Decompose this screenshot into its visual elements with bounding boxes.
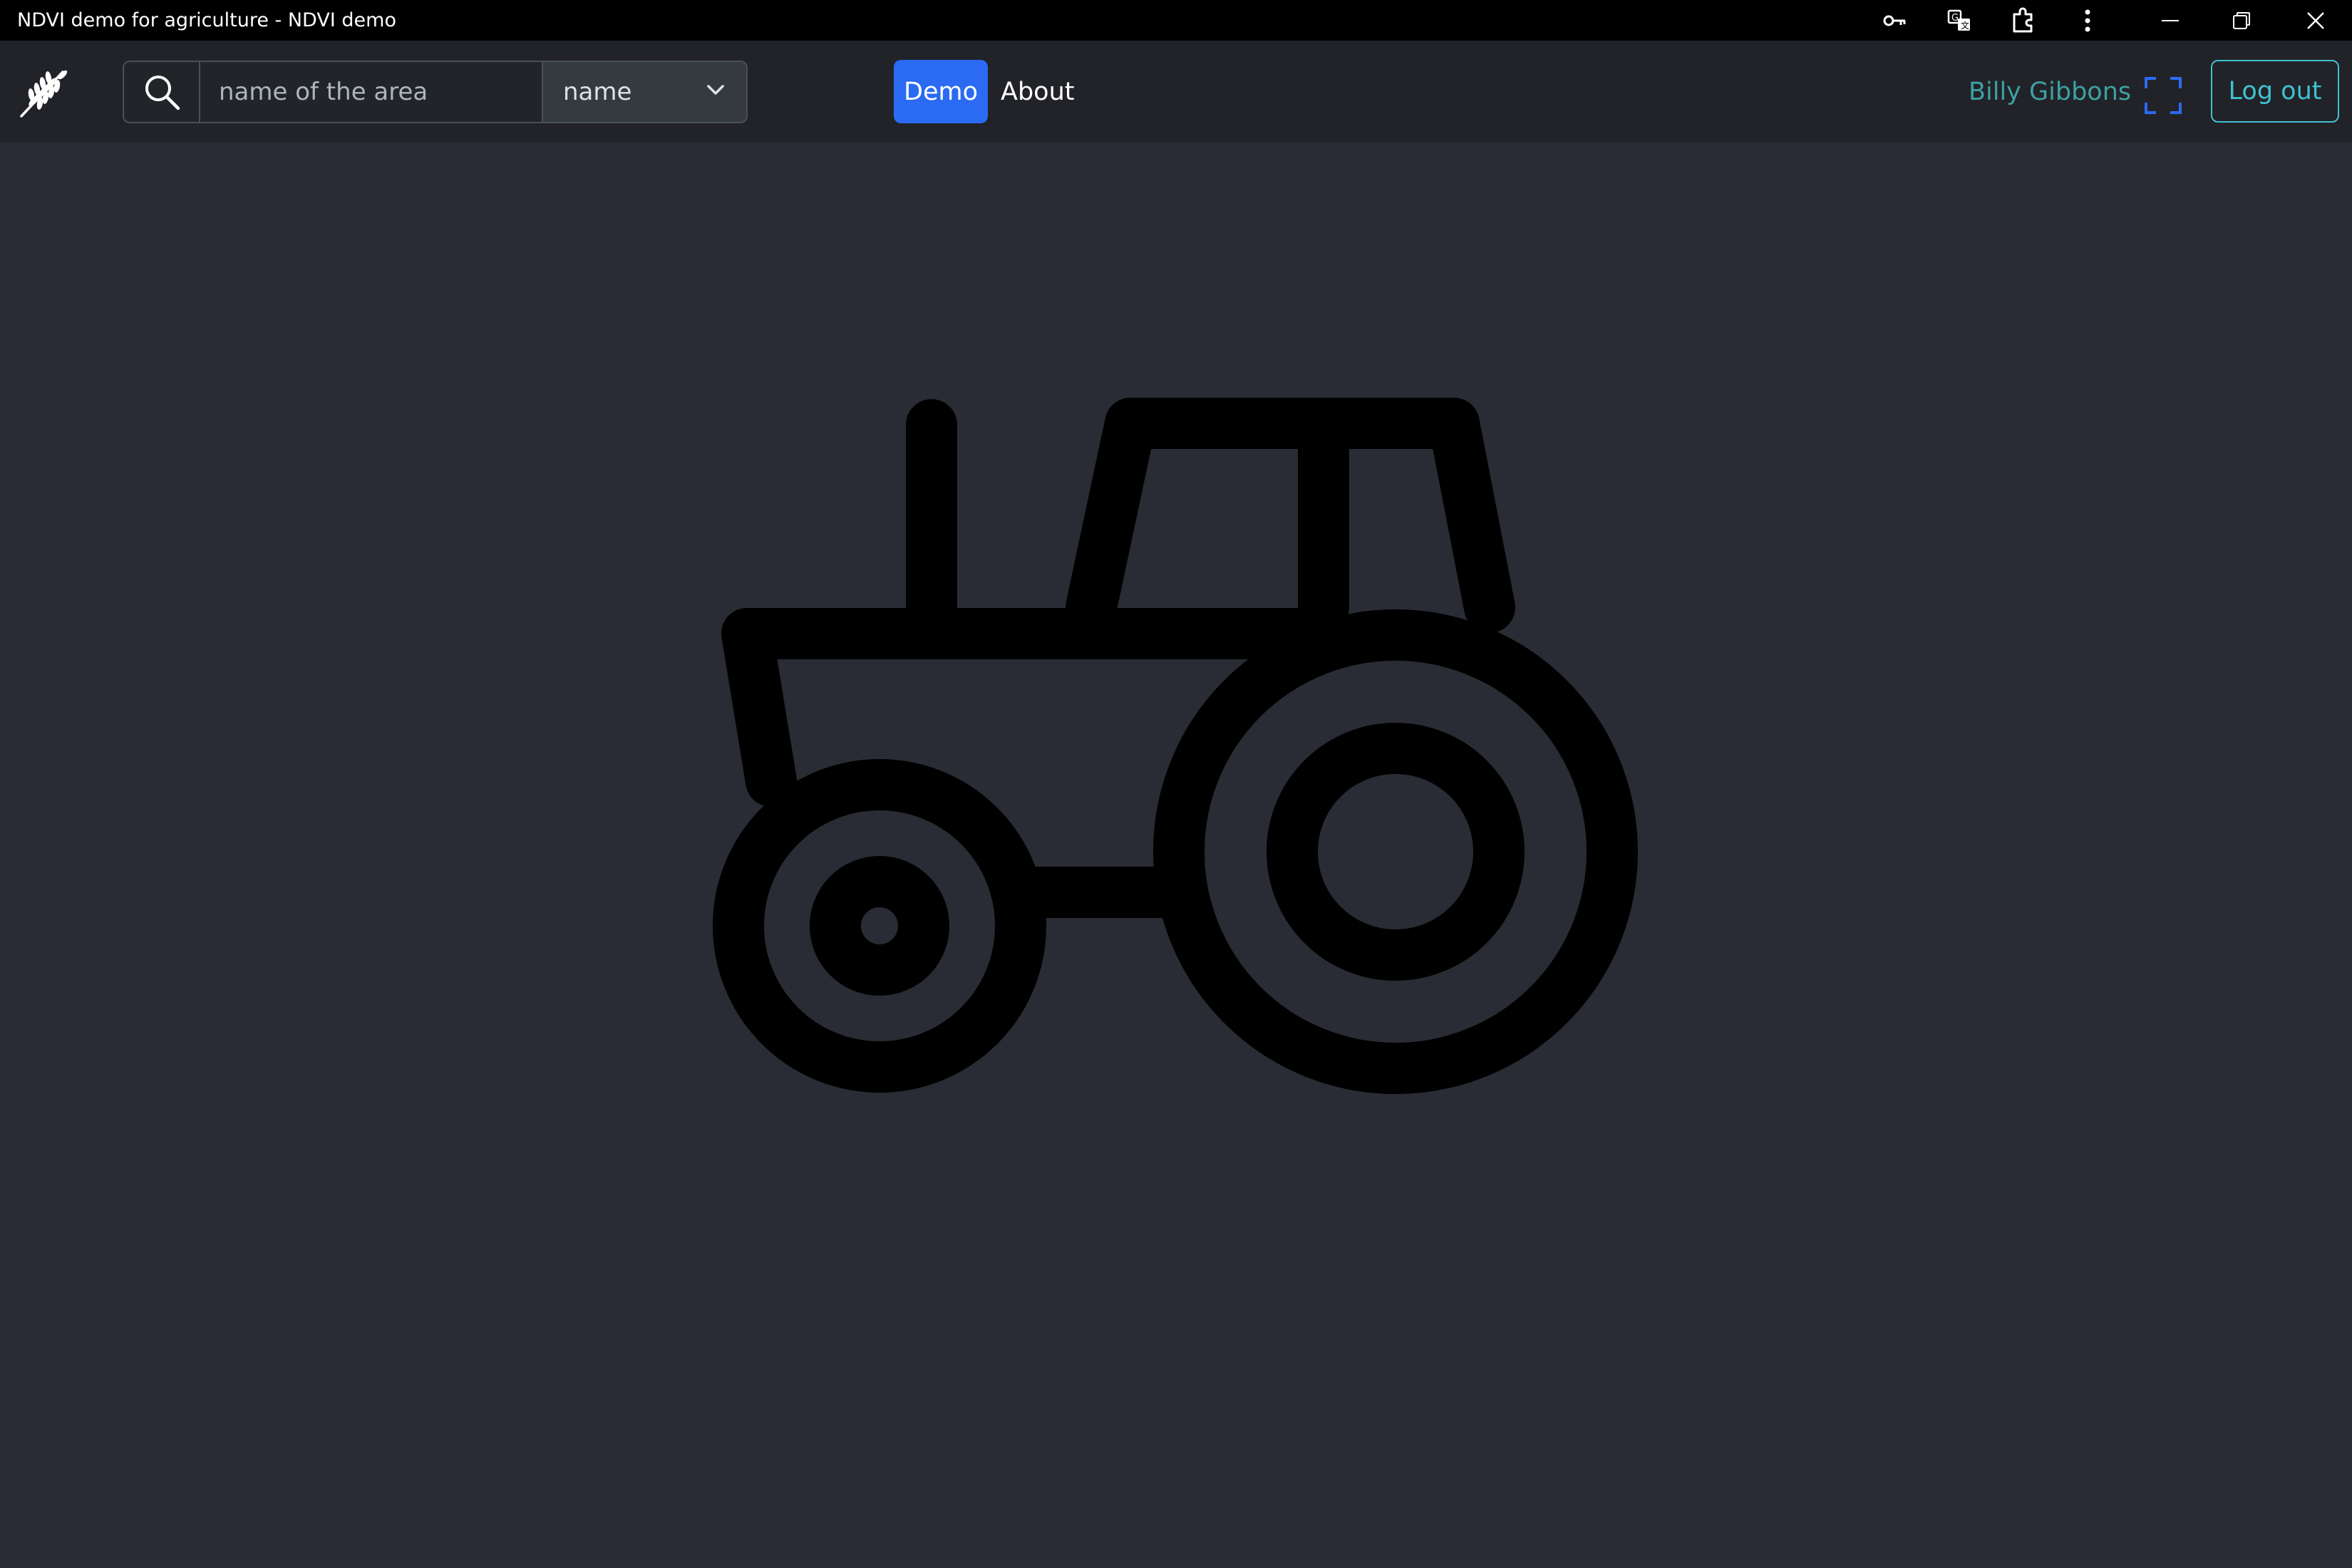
nav-link-about[interactable]: About [1001, 60, 1074, 123]
select-value: name [563, 78, 632, 106]
window-titlebar: NDVI demo for agriculture - NDVI demo G … [0, 0, 2352, 41]
more-vert-icon[interactable] [2056, 0, 2120, 41]
close-icon[interactable] [2284, 0, 2348, 41]
logout-button[interactable]: Log out [2211, 60, 2339, 123]
wheat-icon[interactable] [19, 66, 71, 119]
user-name[interactable]: Billy Gibbons [1969, 60, 2131, 123]
search-icon [145, 76, 180, 110]
nav-link-demo[interactable]: Demo [894, 60, 988, 123]
window-title: NDVI demo for agriculture - NDVI demo [17, 9, 396, 31]
chevron-down-icon [707, 85, 724, 95]
restore-icon[interactable] [2209, 0, 2274, 41]
search-bar: name [123, 61, 748, 123]
translate-icon[interactable]: G 文 [1927, 0, 1991, 41]
search-input[interactable] [199, 61, 543, 123]
key-icon[interactable] [1863, 0, 1927, 41]
search-button[interactable] [123, 61, 199, 123]
svg-text:文: 文 [1961, 20, 1969, 31]
minimize-icon[interactable] [2138, 0, 2202, 41]
app-navbar: name Demo About Billy Gibbons Log out [0, 41, 2352, 143]
tractor-icon [707, 391, 1645, 1108]
fullscreen-icon[interactable] [2144, 76, 2182, 115]
extensions-icon[interactable] [1991, 0, 2056, 41]
search-field-select[interactable]: name [543, 61, 748, 123]
svg-text:G: G [1951, 13, 1959, 24]
